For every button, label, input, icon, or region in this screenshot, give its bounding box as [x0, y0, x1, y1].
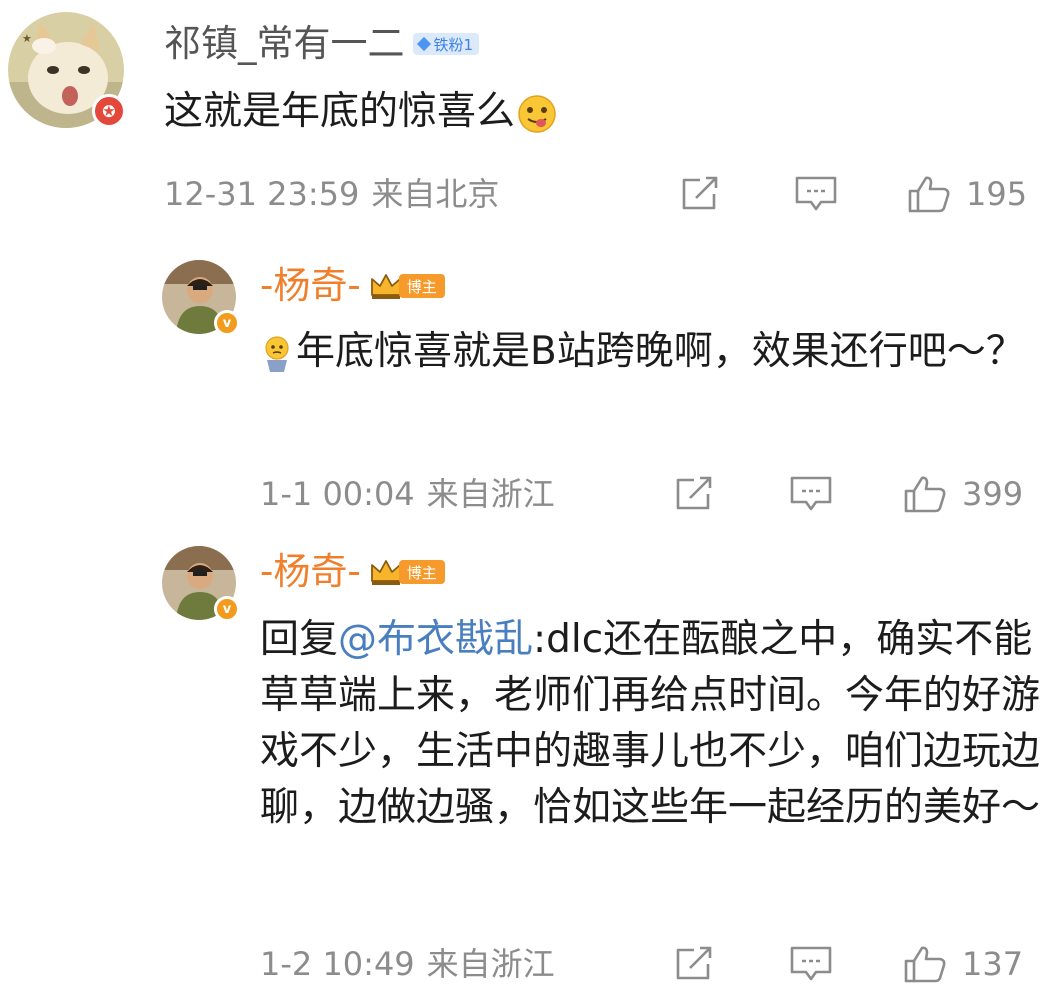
host-badge: 博主: [369, 557, 445, 587]
meta-info: 12-31 23:59 来自北京: [164, 174, 499, 214]
like-button[interactable]: 137: [902, 944, 1023, 984]
comment-button[interactable]: [788, 944, 834, 984]
fan-badge[interactable]: 铁粉1: [412, 33, 480, 55]
host-badge-label: 博主: [398, 274, 445, 298]
verified-badge: v: [214, 596, 240, 622]
reply-item: v -杨奇- 博主 年底惊喜就是B站跨晚啊，效果还行吧～？ 1-1 00:04 …: [162, 260, 1048, 530]
username[interactable]: -杨奇-: [260, 552, 361, 592]
comment-icon: [790, 476, 832, 511]
repost-button[interactable]: [672, 474, 716, 514]
comment-icon: [795, 176, 837, 211]
confused-emoji: [265, 335, 289, 372]
verified-badge: v: [214, 310, 240, 336]
name-row: 祁镇_常有一二 铁粉1: [164, 24, 480, 64]
timestamp: 1-1 00:04: [260, 475, 415, 513]
repost-icon: [682, 176, 718, 210]
comment-text: 这就是年底的惊喜么: [164, 84, 1024, 140]
name-row: -杨奇- 博主: [260, 552, 445, 592]
comment-icon: [790, 946, 832, 981]
meta-info: 1-1 00:04 来自浙江: [260, 474, 555, 514]
avatar[interactable]: ★ ✪: [8, 12, 126, 128]
repost-icon: [676, 476, 712, 510]
like-count: 195: [966, 175, 1028, 213]
repost-icon: [676, 946, 712, 980]
crown-icon: [370, 274, 401, 299]
like-count: 399: [962, 475, 1024, 513]
username[interactable]: -杨奇-: [260, 266, 361, 306]
comment-thread: ★ ✪ 祁镇_常有一二 铁粉1 这就是年底的惊喜么 12-31 23:59 来自北…: [0, 0, 1056, 1007]
username[interactable]: 祁镇_常有一二: [164, 24, 405, 64]
timestamp: 1-2 10:49: [260, 945, 415, 983]
meta-row: 1-1 00:04 来自浙江 399: [162, 474, 1048, 514]
location: 来自北京: [371, 175, 500, 213]
like-icon: [904, 946, 946, 983]
reply-item: v -杨奇- 博主 回复@布衣戡乱:dlc还在酝酿之中，确实不能草草端上来，老师…: [162, 546, 1048, 1007]
fan-badge-label: 铁粉1: [433, 35, 474, 54]
like-icon: [908, 176, 950, 213]
avatar[interactable]: v: [162, 260, 240, 336]
like-button[interactable]: 399: [902, 474, 1023, 514]
repost-button[interactable]: [672, 944, 716, 984]
avatar[interactable]: v: [162, 546, 240, 622]
comment-text: 回复@布衣戡乱:dlc还在酝酿之中，确实不能草草端上来，老师们再给点时间。今年的…: [260, 612, 1050, 836]
name-row: -杨奇- 博主: [260, 266, 445, 306]
comment-button[interactable]: [788, 474, 834, 514]
crown-icon: [370, 560, 401, 585]
reply-prefix: 回复: [260, 617, 339, 662]
like-count: 137: [962, 945, 1024, 983]
meta-row: 12-31 23:59 来自北京 195: [8, 174, 1048, 214]
comment-text: 年底惊喜就是B站跨晚啊，效果还行吧～？: [260, 324, 1040, 380]
host-badge: 博主: [369, 271, 445, 301]
diamond-icon: [416, 36, 431, 52]
comment-item: ★ ✪ 祁镇_常有一二 铁粉1 这就是年底的惊喜么 12-31 23:59 来自北…: [8, 12, 1048, 222]
tongue-out-emoji: [518, 94, 556, 133]
comment-body: 这就是年底的惊喜么: [164, 89, 516, 134]
comment-button[interactable]: [793, 174, 839, 214]
host-badge-label: 博主: [398, 560, 445, 584]
meta-row: 1-2 10:49 来自浙江 137: [162, 944, 1048, 984]
location: 来自浙江: [426, 475, 555, 513]
svg-text:★: ★: [22, 32, 32, 45]
vip-badge: ✪: [92, 94, 126, 128]
comment-body: 年底惊喜就是B站跨晚啊，效果还行吧～？: [296, 329, 1025, 374]
mention-link[interactable]: @布衣戡乱: [338, 617, 533, 662]
repost-button[interactable]: [678, 174, 722, 214]
like-icon: [904, 476, 946, 513]
like-button[interactable]: 195: [906, 174, 1027, 214]
timestamp: 12-31 23:59: [164, 175, 360, 213]
location: 来自浙江: [426, 945, 555, 983]
meta-info: 1-2 10:49 来自浙江: [260, 944, 555, 984]
